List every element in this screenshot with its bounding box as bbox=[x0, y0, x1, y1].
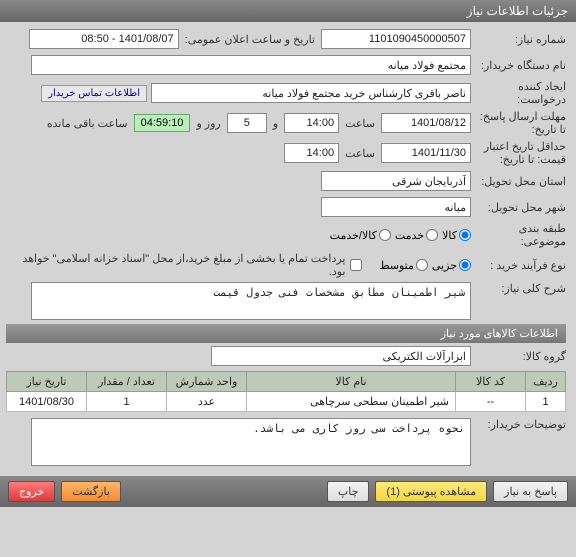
radio-medium-label: متوسط bbox=[379, 259, 414, 272]
th-unit: واحد شمارش bbox=[167, 372, 247, 392]
label-deadline: مهلت ارسال پاسخ: تا تاریخ: bbox=[471, 110, 566, 136]
countdown-timer: 04:59:10 bbox=[134, 114, 191, 132]
form-body: شماره نیاز: تاریخ و ساعت اعلان عمومی: نا… bbox=[0, 22, 576, 476]
radio-partial-label: جزیی bbox=[432, 259, 457, 272]
buyer-notes-textarea[interactable] bbox=[31, 418, 471, 466]
window-title: جزئیات اطلاعات نیاز bbox=[0, 0, 576, 22]
cell-qty: 1 bbox=[87, 392, 167, 412]
cell-name: شیر اطمینان سطحی سرچاهی bbox=[247, 392, 456, 412]
goods-info-header: اطلاعات کالاهای مورد نیاز bbox=[6, 324, 566, 343]
label-time-2: ساعت bbox=[339, 147, 381, 160]
province-field[interactable] bbox=[321, 171, 471, 191]
label-and: و bbox=[267, 117, 284, 130]
label-time-1: ساعت bbox=[339, 117, 381, 130]
label-requester: ایجاد کننده درخواست: bbox=[471, 80, 566, 106]
radio-service[interactable] bbox=[426, 229, 438, 241]
table-header-row: ردیف کد کالا نام کالا واحد شمارش تعداد /… bbox=[7, 372, 566, 392]
validity-time-field[interactable] bbox=[284, 143, 339, 163]
goods-group-field[interactable] bbox=[211, 346, 471, 366]
radio-goods-service[interactable] bbox=[379, 229, 391, 241]
contact-info-button[interactable]: اطلاعات تماس خریدار bbox=[41, 85, 147, 102]
radio-goods[interactable] bbox=[459, 229, 471, 241]
label-buyer-notes: توضیحات خریدار: bbox=[471, 418, 566, 431]
city-field[interactable] bbox=[321, 197, 471, 217]
reply-button[interactable]: پاسخ به نیاز bbox=[493, 481, 568, 502]
print-button[interactable]: چاپ bbox=[327, 481, 370, 502]
label-buyer-org: نام دستگاه خریدار: bbox=[471, 59, 566, 72]
treasury-note: پرداخت تمام یا بخشی از مبلغ خرید،از محل … bbox=[6, 252, 350, 278]
label-remaining: ساعت باقی مانده bbox=[41, 117, 134, 130]
attachments-button[interactable]: مشاهده پیوستی (1) bbox=[375, 481, 487, 502]
label-purchase-type: نوع فرآیند خرید : bbox=[471, 259, 566, 272]
th-need-date: تاریخ نیاز bbox=[7, 372, 87, 392]
need-desc-textarea[interactable] bbox=[31, 282, 471, 320]
radio-partial[interactable] bbox=[459, 259, 471, 271]
th-code: کد کالا bbox=[456, 372, 526, 392]
th-name: نام کالا bbox=[247, 372, 456, 392]
subject-class-group: کالا خدمت کالا/خدمت bbox=[330, 229, 471, 242]
exit-button[interactable]: خروج bbox=[8, 481, 55, 502]
goods-table: ردیف کد کالا نام کالا واحد شمارش تعداد /… bbox=[6, 371, 566, 412]
th-row: ردیف bbox=[526, 372, 566, 392]
announce-datetime-field[interactable] bbox=[29, 29, 179, 49]
radio-goods-label: کالا bbox=[442, 229, 457, 242]
label-goods-group: گروه کالا: bbox=[471, 350, 566, 363]
table-row[interactable]: 1 -- شیر اطمینان سطحی سرچاهی عدد 1 1401/… bbox=[7, 392, 566, 412]
days-left-field[interactable] bbox=[227, 113, 267, 133]
treasury-check[interactable] bbox=[350, 259, 362, 271]
th-qty: تعداد / مقدار bbox=[87, 372, 167, 392]
deadline-date-field[interactable] bbox=[381, 113, 471, 133]
label-province: استان محل تحویل: bbox=[471, 175, 566, 188]
label-subject-class: طبقه بندی موضوعی: bbox=[471, 222, 566, 248]
cell-code: -- bbox=[456, 392, 526, 412]
label-need-no: شماره نیاز: bbox=[471, 33, 566, 46]
purchase-type-group: جزیی متوسط bbox=[379, 259, 471, 272]
label-need-desc: شرح کلی نیاز: bbox=[471, 282, 566, 295]
cell-row: 1 bbox=[526, 392, 566, 412]
back-button[interactable]: بازگشت bbox=[61, 481, 121, 502]
cell-need-date: 1401/08/30 bbox=[7, 392, 87, 412]
need-number-field[interactable] bbox=[321, 29, 471, 49]
label-city: شهر محل تحویل: bbox=[471, 201, 566, 214]
cell-unit: عدد bbox=[167, 392, 247, 412]
radio-service-label: خدمت bbox=[395, 229, 424, 242]
footer-bar: پاسخ به نیاز مشاهده پیوستی (1) چاپ بازگش… bbox=[0, 476, 576, 507]
label-validity: حداقل تاریخ اعتبار قیمت: تا تاریخ: bbox=[471, 140, 566, 166]
buyer-org-field[interactable] bbox=[31, 55, 471, 75]
label-announce-dt: تاریخ و ساعت اعلان عمومی: bbox=[179, 33, 321, 46]
requester-field[interactable] bbox=[151, 83, 471, 103]
label-day: روز و bbox=[190, 117, 226, 130]
deadline-time-field[interactable] bbox=[284, 113, 339, 133]
radio-goods-service-label: کالا/خدمت bbox=[330, 229, 377, 242]
radio-medium[interactable] bbox=[416, 259, 428, 271]
validity-date-field[interactable] bbox=[381, 143, 471, 163]
